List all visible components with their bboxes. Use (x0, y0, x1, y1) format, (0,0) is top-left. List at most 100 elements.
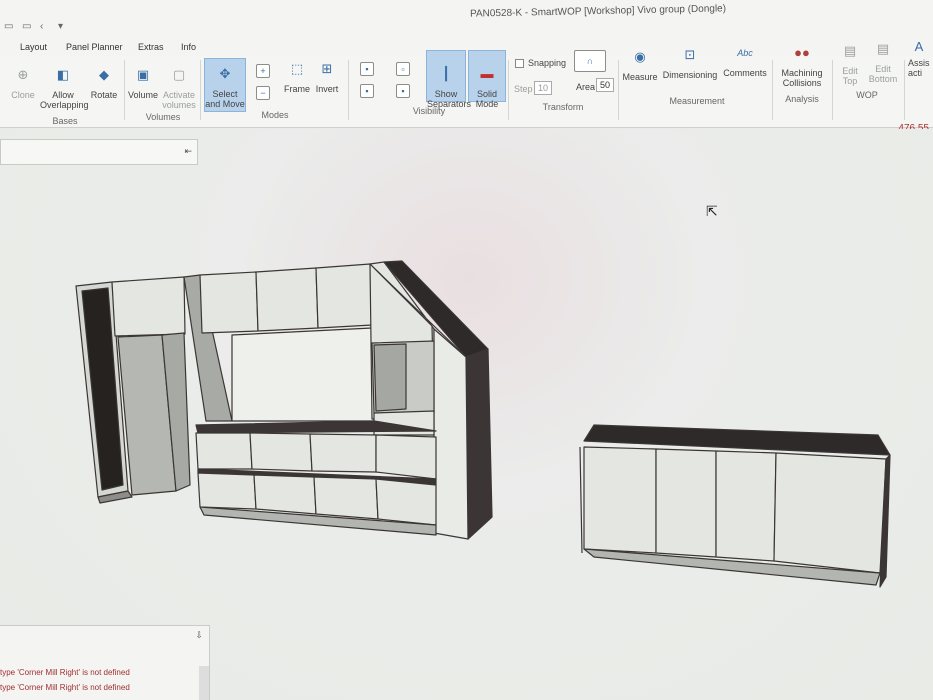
base-drawer (375, 478, 437, 526)
pin-icon[interactable]: ⇩ (195, 630, 203, 641)
invert-icon: ⊞ (321, 61, 333, 76)
select-and-move-button[interactable]: ✥ Select and Move (204, 58, 246, 112)
machining-collisions-button[interactable]: ●● Machining Collisions (776, 42, 828, 88)
measure-button[interactable]: ◉ Measure (620, 46, 660, 82)
dimension-icon: ⊡ (684, 47, 696, 62)
base-drawer (375, 434, 437, 480)
volume-icon: ▣ (136, 67, 150, 82)
remove-selection-icon[interactable]: − (256, 86, 270, 100)
cabinet-scene (75, 260, 891, 588)
add-selection-icon[interactable]: + (256, 64, 270, 78)
volume-button[interactable]: ▣ Volume (126, 64, 160, 100)
allow-overlapping-button[interactable]: ◧ Allow Overlapping (40, 64, 89, 110)
activate-volumes-button[interactable]: ▢ Activate volumes (160, 64, 198, 110)
tab-layout[interactable]: Layout (20, 42, 47, 52)
log-line: type 'Corner Mill Right' is not defined (0, 668, 130, 677)
group-label-analysis: Analysis (785, 94, 819, 104)
island-door (773, 452, 887, 574)
separators-icon: ┃ (442, 66, 450, 81)
island-door (583, 446, 657, 554)
edit-bottom-icon: ▤ (876, 41, 890, 56)
visibility-toggle-4-icon[interactable]: ▪ (396, 84, 410, 98)
activate-volumes-icon: ▢ (172, 67, 186, 82)
area-input[interactable]: 50 (596, 78, 614, 92)
visibility-toggle-2-icon[interactable]: ▫ (396, 62, 410, 76)
move-cursor-icon: ⇱ (706, 203, 718, 219)
new-file-icon[interactable]: ▭ (4, 22, 16, 32)
window-title: PAN0528-K - SmartWOP [Workshop] Vivo gro… (469, 3, 727, 20)
ribbon-separator (832, 60, 833, 120)
snapping-label: Snapping (528, 58, 567, 68)
overlap-icon: ◧ (56, 67, 70, 82)
area-label: Area (576, 82, 596, 92)
upper-cabinet-left-door (111, 276, 186, 337)
visibility-toggle-1-icon[interactable]: ▪ (360, 62, 374, 76)
edit-top-button[interactable]: ▤ Edit Top (836, 40, 864, 86)
base-drawer (313, 476, 379, 520)
rotate-icon: ◆ (99, 67, 109, 82)
island-door (655, 448, 717, 558)
group-label-measurement: Measurement (669, 96, 725, 106)
visibility-toggle-3-icon[interactable]: ▪ (360, 84, 374, 98)
snapping-checkbox[interactable] (515, 59, 524, 68)
group-label-visibility: Visibility (412, 106, 446, 116)
group-label-volumes: Volumes (145, 112, 181, 122)
recess-back-wall (231, 327, 375, 422)
clone-icon: ⊕ (17, 67, 29, 82)
ribbon-toolbar: ⊕ Clone ◧ Allow Overlapping ◆ Rotate Bas… (0, 40, 933, 128)
ribbon-separator (618, 60, 619, 120)
title-bar: ▭ ▭ ‹ ▾ PAN0528-K - SmartWOP [Workshop] … (0, 0, 933, 36)
base-drawer (197, 472, 257, 510)
move-icon: ✥ (219, 66, 231, 81)
base-drawer (309, 433, 377, 473)
step-label: Step (514, 84, 533, 94)
log-line: type 'Corner Mill Right' is not defined (0, 683, 130, 692)
tab-panel-planner[interactable]: Panel Planner (66, 42, 123, 52)
message-log-panel: ⇩ type 'Corner Mill Right' is not define… (0, 625, 210, 700)
island-edge (579, 446, 583, 554)
open-file-icon[interactable]: ▭ (22, 22, 34, 32)
group-label-bases: Bases (52, 116, 78, 126)
ribbon-separator (772, 60, 773, 120)
invert-button[interactable]: ⊞ Invert (312, 58, 342, 94)
group-label-modes: Modes (261, 110, 289, 120)
upper-cabinet-door (315, 263, 373, 329)
solid-mode-icon: ▬ (480, 66, 494, 81)
base-drawer (249, 432, 313, 472)
assist-button[interactable]: A Assis acti (908, 36, 933, 78)
ribbon-separator (508, 60, 509, 120)
upper-cabinet-door (255, 267, 319, 332)
show-separators-button[interactable]: ┃ Show Separators (426, 50, 471, 109)
assist-icon: A (914, 39, 924, 54)
ribbon-separator (348, 60, 349, 120)
frame-select-icon: ⬚ (290, 61, 304, 76)
step-input[interactable]: 10 (534, 81, 552, 95)
undo-icon[interactable]: ‹ (40, 22, 52, 32)
clone-button[interactable]: ⊕ Clone (6, 64, 40, 100)
sloped-cabinet-side (465, 348, 493, 540)
3d-viewport[interactable]: ⇤ ⇱ (0, 129, 933, 700)
edit-top-icon: ▤ (843, 43, 857, 58)
group-label-wop: WOP (856, 90, 878, 100)
sloped-cabinet-lower-face (433, 328, 469, 540)
group-label-transform: Transform (542, 102, 584, 112)
log-scrollbar[interactable] (199, 666, 209, 700)
frame-button[interactable]: ⬚ Frame (280, 58, 314, 94)
dropdown-icon[interactable]: ▾ (58, 22, 70, 32)
tab-extras[interactable]: Extras (138, 42, 164, 52)
comment-abc-icon: Abc (737, 48, 753, 58)
ribbon-separator (124, 60, 125, 120)
edit-bottom-button[interactable]: ▤ Edit Bottom (866, 38, 900, 84)
ribbon-separator (904, 60, 905, 120)
magnet-icon[interactable]: ∩ (574, 50, 606, 72)
dimensioning-button[interactable]: ⊡ Dimensioning (660, 44, 720, 80)
oven-niche-inner (373, 343, 407, 412)
tab-info[interactable]: Info (181, 42, 196, 52)
comments-button[interactable]: Abc Comments (720, 42, 770, 78)
upper-cabinet-door (199, 271, 259, 334)
island-door (715, 450, 777, 562)
base-drawer (253, 474, 317, 515)
solid-mode-button[interactable]: ▬ Solid Mode (468, 50, 506, 109)
rotate-button[interactable]: ◆ Rotate (88, 64, 120, 100)
ribbon-separator (200, 60, 201, 120)
